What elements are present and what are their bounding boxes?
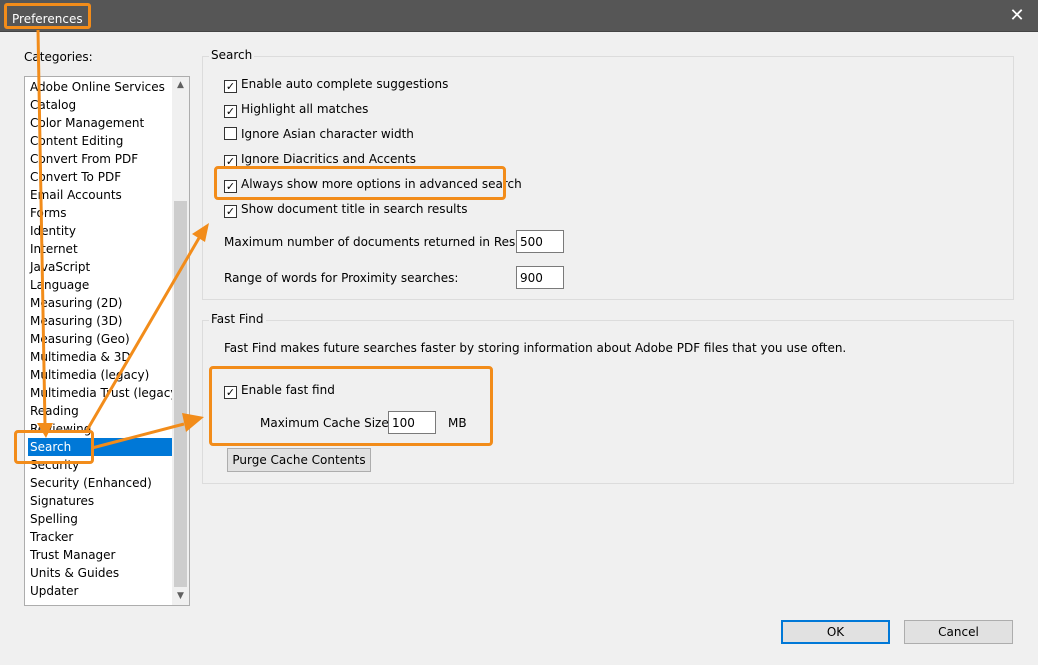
categories-label: Categories: <box>24 50 93 64</box>
checkbox[interactable]: ✓ <box>224 205 237 218</box>
category-item[interactable]: Convert To PDF <box>28 168 172 186</box>
category-item[interactable]: Multimedia Trust (legacy) <box>28 384 172 402</box>
category-item[interactable]: Tracker <box>28 528 172 546</box>
option-auto-complete[interactable]: ✓ Enable auto complete suggestions <box>224 76 448 94</box>
category-item[interactable]: Internet <box>28 240 172 258</box>
category-item[interactable]: Identity <box>28 222 172 240</box>
option-label: Highlight all matches <box>241 102 369 116</box>
cache-unit-label: MB <box>448 416 467 430</box>
option-advanced-search[interactable]: ✓ Always show more options in advanced se… <box>224 176 522 194</box>
category-item[interactable]: Catalog <box>28 96 172 114</box>
option-highlight-matches[interactable]: ✓ Highlight all matches <box>224 101 368 119</box>
close-icon[interactable]: ✕ <box>1006 5 1028 27</box>
scroll-thumb[interactable] <box>174 201 187 587</box>
category-item[interactable]: Convert From PDF <box>28 150 172 168</box>
category-item[interactable]: Security <box>28 456 172 474</box>
category-item[interactable]: Content Editing <box>28 132 172 150</box>
option-show-title[interactable]: ✓ Show document title in search results <box>224 201 467 219</box>
category-item[interactable]: Email Accounts <box>28 186 172 204</box>
category-item[interactable]: Measuring (2D) <box>28 294 172 312</box>
categories-list[interactable]: Adobe Online Services Catalog Color Manage… <box>24 76 190 606</box>
option-label: Ignore Asian character width <box>241 127 414 141</box>
option-enable-fast-find[interactable]: ✓ Enable fast find <box>224 382 335 400</box>
category-item[interactable]: Search <box>28 438 172 456</box>
checkbox[interactable]: ✓ <box>224 105 237 118</box>
category-item[interactable]: Reading <box>28 402 172 420</box>
cancel-button[interactable]: Cancel <box>904 620 1013 644</box>
category-item[interactable]: Measuring (3D) <box>28 312 172 330</box>
max-docs-input[interactable] <box>516 230 564 253</box>
option-label: Enable fast find <box>241 383 335 397</box>
purge-cache-button[interactable]: Purge Cache Contents <box>227 448 371 472</box>
search-group-title: Search <box>209 48 255 62</box>
category-item[interactable]: Spelling <box>28 510 172 528</box>
category-item[interactable]: Multimedia (legacy) <box>28 366 172 384</box>
ok-button[interactable]: OK <box>781 620 890 644</box>
fast-find-group-title: Fast Find <box>209 312 266 326</box>
title-bar: Preferences ✕ <box>0 0 1038 32</box>
category-item[interactable]: Updater <box>28 582 172 600</box>
cache-size-input[interactable] <box>388 411 436 434</box>
max-docs-label: Maximum number of documents returned in … <box>224 235 542 249</box>
option-ignore-diacritics[interactable]: ✓ Ignore Diacritics and Accents <box>224 151 416 169</box>
category-item[interactable]: Units & Guides <box>28 564 172 582</box>
option-label: Show document title in search results <box>241 202 468 216</box>
scroll-down-icon[interactable]: ▼ <box>172 588 189 605</box>
category-item[interactable]: Language <box>28 276 172 294</box>
category-item[interactable]: Security (Enhanced) <box>28 474 172 492</box>
checkbox[interactable]: ✓ <box>224 386 237 399</box>
fast-find-description: Fast Find makes future searches faster b… <box>224 341 847 355</box>
window-title: Preferences <box>4 3 91 29</box>
cache-size-label: Maximum Cache Size: <box>260 416 393 430</box>
checkbox[interactable]: ✓ <box>224 180 237 193</box>
category-item[interactable]: Measuring (Geo) <box>28 330 172 348</box>
checkbox[interactable]: ✓ <box>224 155 237 168</box>
category-item[interactable]: Trust Manager <box>28 546 172 564</box>
option-ignore-asian-width[interactable]: Ignore Asian character width <box>224 126 414 144</box>
option-label: Enable auto complete suggestions <box>241 77 449 91</box>
option-label: Always show more options in advanced sea… <box>241 177 522 191</box>
category-item[interactable]: Adobe Online Services <box>28 78 172 96</box>
categories-scrollbar[interactable]: ▲ ▼ <box>172 77 189 605</box>
category-item[interactable]: Color Management <box>28 114 172 132</box>
checkbox[interactable] <box>224 127 237 140</box>
proximity-input[interactable] <box>516 266 564 289</box>
category-item[interactable]: Forms <box>28 204 172 222</box>
category-item[interactable]: Reviewing <box>28 420 172 438</box>
category-item[interactable]: JavaScript <box>28 258 172 276</box>
category-item[interactable]: Signatures <box>28 492 172 510</box>
scroll-up-icon[interactable]: ▲ <box>172 77 189 94</box>
checkbox[interactable]: ✓ <box>224 80 237 93</box>
option-label: Ignore Diacritics and Accents <box>241 152 416 166</box>
category-item[interactable]: Multimedia & 3D <box>28 348 172 366</box>
proximity-label: Range of words for Proximity searches: <box>224 271 459 285</box>
